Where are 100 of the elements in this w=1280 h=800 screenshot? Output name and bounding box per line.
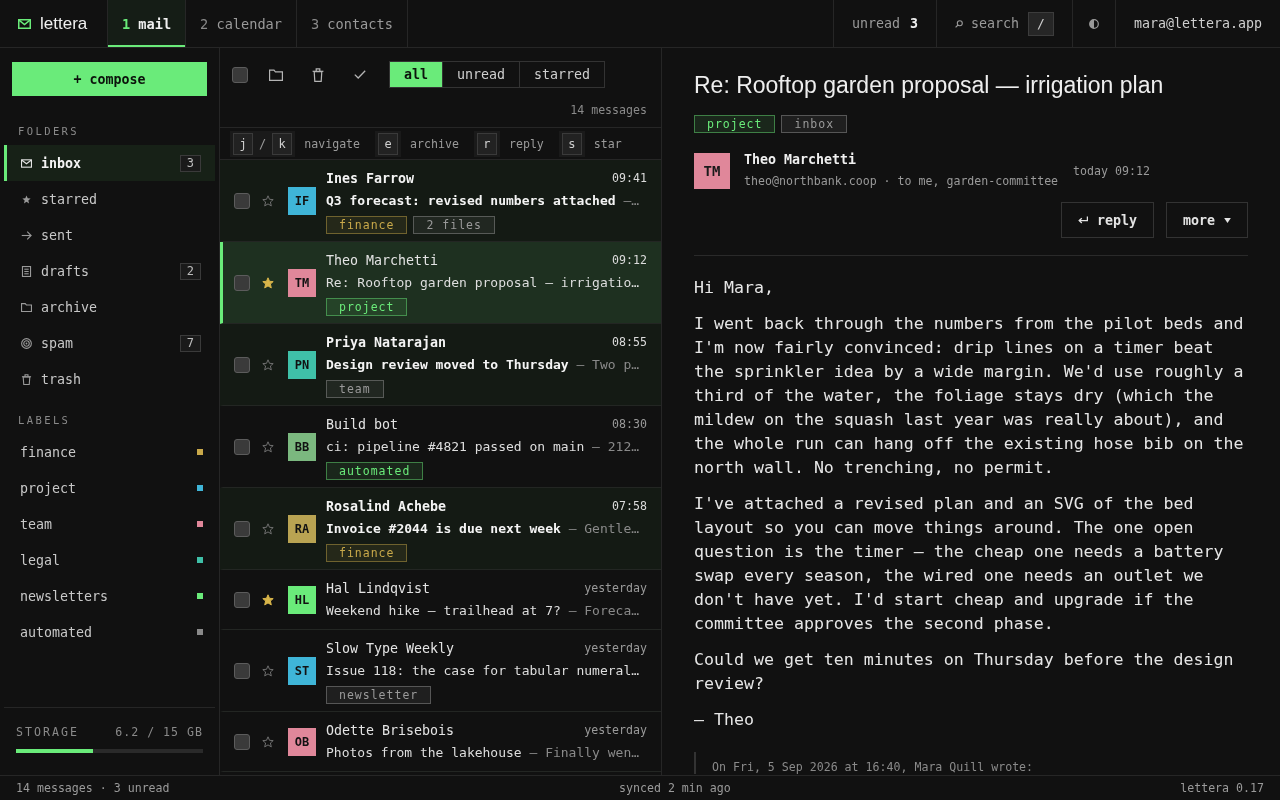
message-time: yesterday bbox=[584, 581, 647, 595]
label-tag: finance bbox=[326, 216, 408, 234]
shortcut-key: j bbox=[233, 132, 253, 155]
row-checkbox[interactable] bbox=[234, 439, 250, 455]
folder-item[interactable]: drafts 2 bbox=[4, 253, 215, 289]
star-icon[interactable] bbox=[262, 665, 274, 677]
initials-avatar: TM bbox=[288, 269, 316, 297]
sender-name: Theo Marchetti bbox=[744, 152, 858, 168]
label-item[interactable]: legal bbox=[4, 542, 215, 578]
star-icon[interactable] bbox=[262, 736, 274, 748]
message-row[interactable]: RA Rosalind Achebe 07:58 Invoice #2044 is due next week — Gentle… finance bbox=[220, 488, 661, 570]
nav-tab[interactable]: 1 mail bbox=[108, 0, 187, 47]
message-row[interactable]: ST Slow Type Weekly yesterday Issue 118: the case for tabular numeral… newsletter bbox=[220, 630, 661, 712]
select-all-checkbox[interactable] bbox=[232, 66, 248, 83]
folder-item[interactable]: archive bbox=[4, 289, 215, 325]
message-preview: —… bbox=[623, 192, 640, 208]
folder-item[interactable]: spam 7 bbox=[4, 325, 215, 361]
star-icon bbox=[21, 193, 32, 205]
initials-avatar: PN bbox=[288, 351, 316, 379]
message-time: yesterday bbox=[584, 723, 647, 737]
message-count: 2 bbox=[179, 262, 201, 280]
message-row[interactable]: IF Ines Farrow 09:41 Q3 forecast: revised numbers attached —… finance 2 files bbox=[220, 160, 661, 242]
message-row[interactable]: HL Hal Lindqvist yesterday Weekend hike — trailhead at 7? — Foreca… bbox=[220, 570, 661, 630]
sender-name: Theo Marchetti bbox=[326, 252, 439, 268]
star-icon[interactable] bbox=[262, 277, 274, 289]
status-text: synced 2 min ago bbox=[619, 781, 731, 795]
status-text: 14 messages · 3 unread bbox=[16, 781, 170, 795]
message-row[interactable]: PN Priya Natarajan 08:55 Design review moved to Thursday — Two p… team bbox=[220, 324, 661, 406]
sender-name: Rosalind Achebe bbox=[326, 498, 447, 514]
body-paragraph: Hi Mara, bbox=[694, 277, 775, 299]
nav-tab[interactable]: 2 calendar bbox=[186, 0, 297, 47]
star-icon[interactable] bbox=[262, 594, 274, 606]
account-button[interactable]: mara@lettera.app bbox=[1114, 0, 1280, 47]
more-button[interactable]: more bbox=[1165, 202, 1248, 238]
body-paragraph: — Theo bbox=[694, 709, 755, 731]
quote-header: On Fri, 5 Sep 2026 at 16:40, Mara Quill wrote: bbox=[712, 760, 1035, 774]
label-item[interactable]: project bbox=[4, 470, 215, 506]
message-title: Re: Rooftop garden proposal — irrigation plan bbox=[694, 71, 1165, 100]
filter-tab[interactable]: all bbox=[390, 62, 443, 87]
label-tag: 2 files bbox=[413, 216, 495, 234]
sender-name: Ines Farrow bbox=[326, 170, 415, 186]
initials-avatar: OB bbox=[288, 728, 316, 756]
key-separator: / bbox=[258, 136, 268, 151]
document-icon bbox=[21, 265, 32, 277]
folder-item[interactable]: trash bbox=[4, 361, 215, 397]
shortcut-key: r bbox=[476, 132, 497, 155]
checkmark-icon bbox=[354, 70, 366, 79]
row-checkbox[interactable] bbox=[234, 663, 250, 679]
filter-tab[interactable]: unread bbox=[442, 62, 520, 87]
message-preview: — Foreca… bbox=[568, 602, 640, 618]
caret-icon bbox=[1224, 217, 1231, 223]
compose-button[interactable]: + compose bbox=[12, 62, 207, 96]
row-checkbox[interactable] bbox=[234, 592, 250, 608]
message-time: 09:41 bbox=[612, 171, 647, 185]
message-time: yesterday bbox=[584, 641, 647, 655]
message-preview: — Two p… bbox=[576, 356, 640, 372]
row-checkbox[interactable] bbox=[234, 521, 250, 537]
label-tag: inbox bbox=[781, 115, 848, 133]
shortcut-key: s bbox=[561, 132, 582, 155]
initials-avatar: HL bbox=[288, 586, 316, 614]
star-icon[interactable] bbox=[262, 441, 274, 453]
storage-reading: 6.2 / 15 GB bbox=[115, 725, 203, 739]
label-item[interactable]: automated bbox=[4, 614, 215, 650]
sender-name: Slow Type Weekly bbox=[326, 640, 455, 656]
message-row[interactable]: TM Theo Marchetti 09:12 Re: Rooftop garden proposal — irrigatio… project bbox=[220, 242, 661, 324]
initials-avatar: RA bbox=[288, 515, 316, 543]
status-text: lettera 0.17 bbox=[1180, 781, 1264, 795]
message-total: 14 messages bbox=[570, 103, 647, 117]
half-circle-icon bbox=[1088, 18, 1099, 29]
row-checkbox[interactable] bbox=[234, 734, 250, 750]
envelope-icon bbox=[18, 18, 31, 29]
search-button[interactable]: search / bbox=[936, 0, 1072, 47]
folder-item[interactable]: sent bbox=[4, 217, 215, 253]
row-checkbox[interactable] bbox=[234, 275, 250, 291]
row-checkbox[interactable] bbox=[234, 193, 250, 209]
body-paragraph: Could we get ten minutes on Thursday before the design review? bbox=[694, 649, 1235, 695]
folder-icon bbox=[269, 68, 283, 81]
message-count: 3 bbox=[179, 154, 201, 172]
star-icon[interactable] bbox=[262, 195, 274, 207]
filter-tab[interactable]: starred bbox=[519, 62, 605, 87]
message-subject: Invoice #2044 is due next week bbox=[326, 520, 561, 536]
envelope-icon bbox=[21, 157, 32, 169]
folder-item[interactable]: inbox 3 bbox=[4, 145, 215, 181]
reply-button[interactable]: reply bbox=[1060, 202, 1154, 238]
row-checkbox[interactable] bbox=[234, 357, 250, 373]
message-subject: Weekend hike — trailhead at 7? bbox=[326, 602, 561, 618]
folder-item[interactable]: starred bbox=[4, 181, 215, 217]
message-preview: — Finally wen… bbox=[529, 744, 640, 760]
label-item[interactable]: finance bbox=[4, 434, 215, 470]
label-item[interactable]: newsletters bbox=[4, 578, 215, 614]
label-item[interactable]: team bbox=[4, 506, 215, 542]
shortcut-key: / bbox=[1028, 11, 1054, 36]
nav-tab[interactable]: 3 contacts bbox=[296, 0, 408, 47]
message-subject: Issue 118: the case for tabular numeral… bbox=[326, 662, 640, 678]
shortcut-label: reply bbox=[508, 136, 544, 151]
star-icon[interactable] bbox=[262, 359, 274, 371]
star-icon[interactable] bbox=[262, 523, 274, 535]
unread-count: unread 3 bbox=[832, 0, 937, 47]
label-tag: team bbox=[326, 380, 384, 398]
message-row[interactable]: OB Odette Brisebois yesterday Photos from the lakehouse — Finally wen… bbox=[220, 712, 661, 772]
